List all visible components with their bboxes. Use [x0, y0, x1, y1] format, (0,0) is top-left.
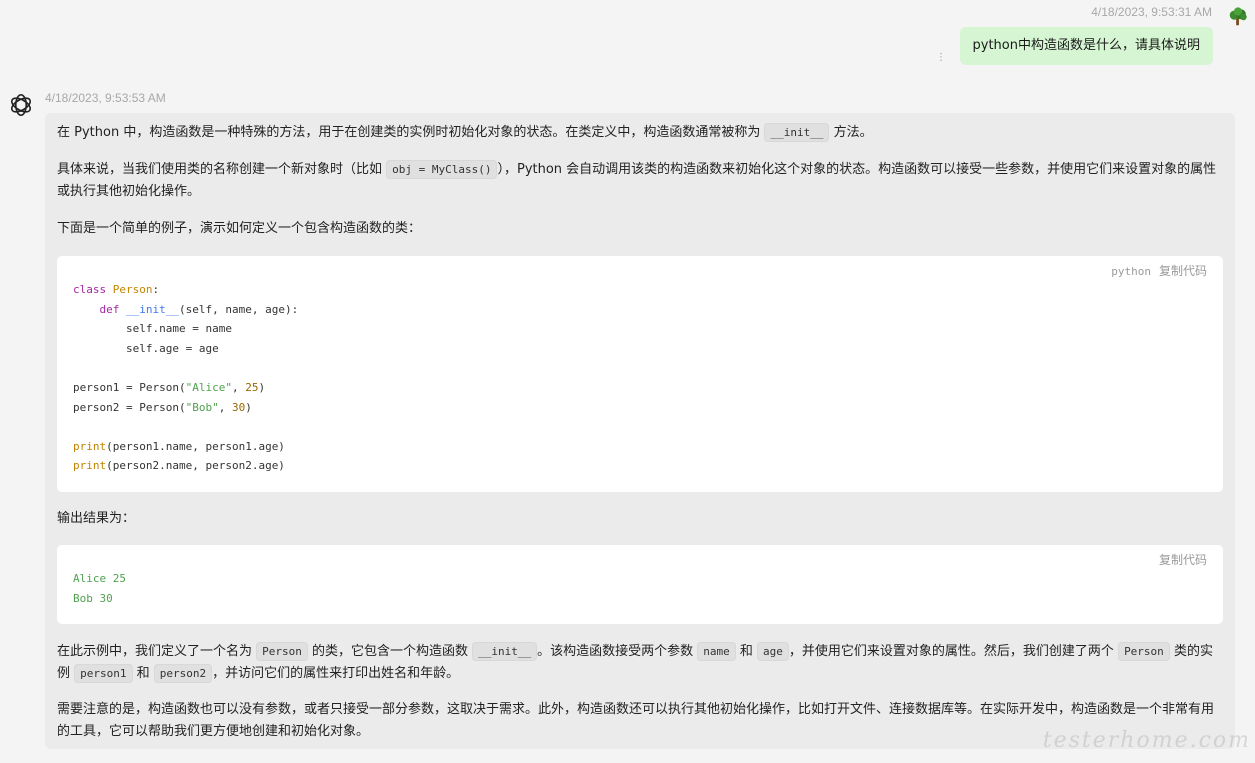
inline-code: obj = MyClass(): [386, 160, 498, 179]
watermark: testerhome.com: [1042, 728, 1251, 753]
assistant-message-bubble: 在 Python 中，构造函数是一种特殊的方法，用于在创建类的实例时初始化对象的…: [45, 113, 1235, 749]
code-block-header: 复制代码: [1159, 551, 1207, 568]
code-block-output: 复制代码 Alice 25 Bob 30: [57, 545, 1223, 624]
code-block-python: python 复制代码 class Person: def __init__(se…: [57, 256, 1223, 492]
user-message-bubble: python中构造函数是什么，请具体说明: [959, 27, 1213, 65]
code-block-header: python 复制代码: [1111, 262, 1207, 279]
tree-icon: [1229, 7, 1247, 26]
inline-code: __init__: [764, 123, 830, 142]
copy-code-button[interactable]: 复制代码: [1159, 264, 1207, 278]
paragraph-example-intro: 下面是一个简单的例子，演示如何定义一个包含构造函数的类：: [57, 221, 422, 236]
copy-code-button[interactable]: 复制代码: [1159, 553, 1207, 567]
paragraph-explanation: 在此示例中，我们定义了一个名为 Person 的类，它包含一个构造函数 __in…: [57, 642, 1213, 683]
openai-logo-icon: [10, 94, 32, 116]
user-message-text: python中构造函数是什么，请具体说明: [972, 38, 1200, 53]
paragraph-output-intro: 输出结果为：: [57, 511, 136, 526]
assistant-timestamp: 4/18/2023, 9:53:53 AM: [45, 91, 166, 105]
kebab-icon[interactable]: ⋮: [936, 53, 946, 63]
user-timestamp: 4/18/2023, 9:53:31 AM: [1091, 5, 1212, 19]
paragraph-intro: 在 Python 中，构造函数是一种特殊的方法，用于在创建类的实例时初始化对象的…: [57, 123, 873, 142]
paragraph-detail: 具体来说，当我们使用类的名称创建一个新对象时（比如 obj = MyClass(…: [57, 160, 1217, 199]
code-content: class Person: def __init__(self, name, a…: [73, 283, 299, 473]
code-language-label: python: [1111, 265, 1151, 278]
output-content: Alice 25 Bob 30: [73, 572, 126, 605]
